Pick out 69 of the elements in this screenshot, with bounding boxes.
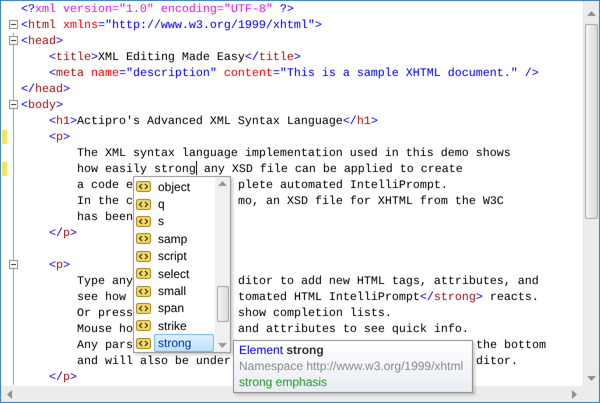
namespace-text: Namespace http://www.w3.org/1999/xhtml — [239, 358, 464, 374]
collapse-icon[interactable] — [9, 20, 18, 29]
completion-item[interactable]: span — [154, 299, 188, 318]
code-line: <html xmlns="http://www.w3.org/1999/xhtml"> — [21, 17, 322, 33]
code-line: mo, an XSD file for XHTML from the W3C — [238, 193, 504, 209]
code-line: show completion lists. — [238, 305, 392, 321]
scroll-left-icon[interactable] — [7, 390, 12, 398]
element-icon — [136, 286, 151, 297]
code-line: <body> — [21, 97, 63, 113]
code-line: <p> — [49, 129, 70, 145]
scrollbar-thumb[interactable] — [216, 286, 228, 322]
code-line: Or press — [77, 305, 133, 321]
element-icon — [136, 181, 151, 192]
completion-item[interactable]: select — [154, 264, 194, 283]
code-line: </head> — [21, 81, 70, 97]
element-icon — [136, 233, 151, 244]
code-line: ditor to add new HTML tags, attributes, and — [238, 273, 539, 289]
code-line: has been — [77, 209, 133, 225]
code-line: ditor. — [476, 353, 518, 369]
code-line: <title>XML Editing Made Easy</title> — [49, 49, 301, 65]
description-text: strong emphasis — [239, 374, 328, 390]
code-line: </p> — [49, 225, 77, 241]
completion-item[interactable]: small — [154, 282, 190, 300]
code-line: <p> — [49, 257, 70, 273]
code-line: <h1>Actipro's Advanced XML Syntax Language</h1> — [49, 113, 378, 129]
scroll-down-icon[interactable] — [218, 343, 227, 348]
vertical-scrollbar[interactable] — [583, 1, 599, 386]
code-line: tomated HTML IntelliPrompt</strong> reacts. — [238, 289, 539, 305]
element-icon — [136, 302, 151, 314]
code-line: the bottom — [476, 337, 546, 353]
scroll-down-icon[interactable] — [587, 376, 596, 381]
scrollbar[interactable] — [215, 177, 230, 352]
code-line: The XML syntax language implementation used in this demo shows — [77, 145, 511, 161]
completion-item[interactable]: samp — [154, 230, 192, 248]
code-line: a code e — [77, 177, 133, 193]
element-icon — [136, 198, 151, 210]
element-icon — [136, 250, 151, 262]
code-line: plete automated IntelliPrompt. — [238, 177, 448, 193]
element-icon — [136, 320, 151, 332]
code-line: <?xml version="1.0" encoding="UTF-8" ?> — [21, 1, 294, 17]
collapse-icon[interactable] — [9, 100, 18, 109]
code-line: see how — [77, 289, 126, 305]
scroll-up-icon[interactable] — [587, 11, 596, 16]
collapse-icon[interactable] — [9, 260, 18, 269]
element-icon — [136, 338, 151, 349]
code-line: <meta name="description" content="This is a sample XHTML document." /> — [49, 65, 539, 81]
scroll-up-icon[interactable] — [218, 181, 227, 186]
code-line: Mouse ho — [77, 321, 133, 337]
completion-item[interactable]: object — [154, 178, 194, 196]
completion-item[interactable]: q — [154, 195, 169, 214]
scroll-right-icon[interactable] — [572, 390, 577, 398]
code-line: and will also be under — [77, 353, 231, 369]
completion-item[interactable]: script — [154, 247, 191, 266]
completion-item[interactable]: strong — [154, 334, 214, 352]
completion-item[interactable]: s — [154, 212, 168, 230]
completion-item[interactable]: strike — [154, 316, 191, 335]
code-line: Type any — [77, 273, 133, 289]
code-line: Any pars — [77, 337, 133, 353]
code-line: In the c — [77, 193, 133, 209]
code-line: and attributes to see quick info. — [238, 321, 469, 337]
code-line: <head> — [21, 33, 63, 49]
element-name: strong — [286, 343, 324, 357]
element-icon — [136, 268, 151, 280]
scrollbar-thumb[interactable] — [585, 24, 598, 219]
element-kind-label: Element — [239, 343, 284, 357]
code-line: how easily strong any XSD file can be applied to create — [77, 161, 463, 177]
code-line: </p> — [49, 369, 77, 385]
element-icon — [136, 216, 151, 227]
collapse-icon[interactable] — [9, 36, 18, 45]
